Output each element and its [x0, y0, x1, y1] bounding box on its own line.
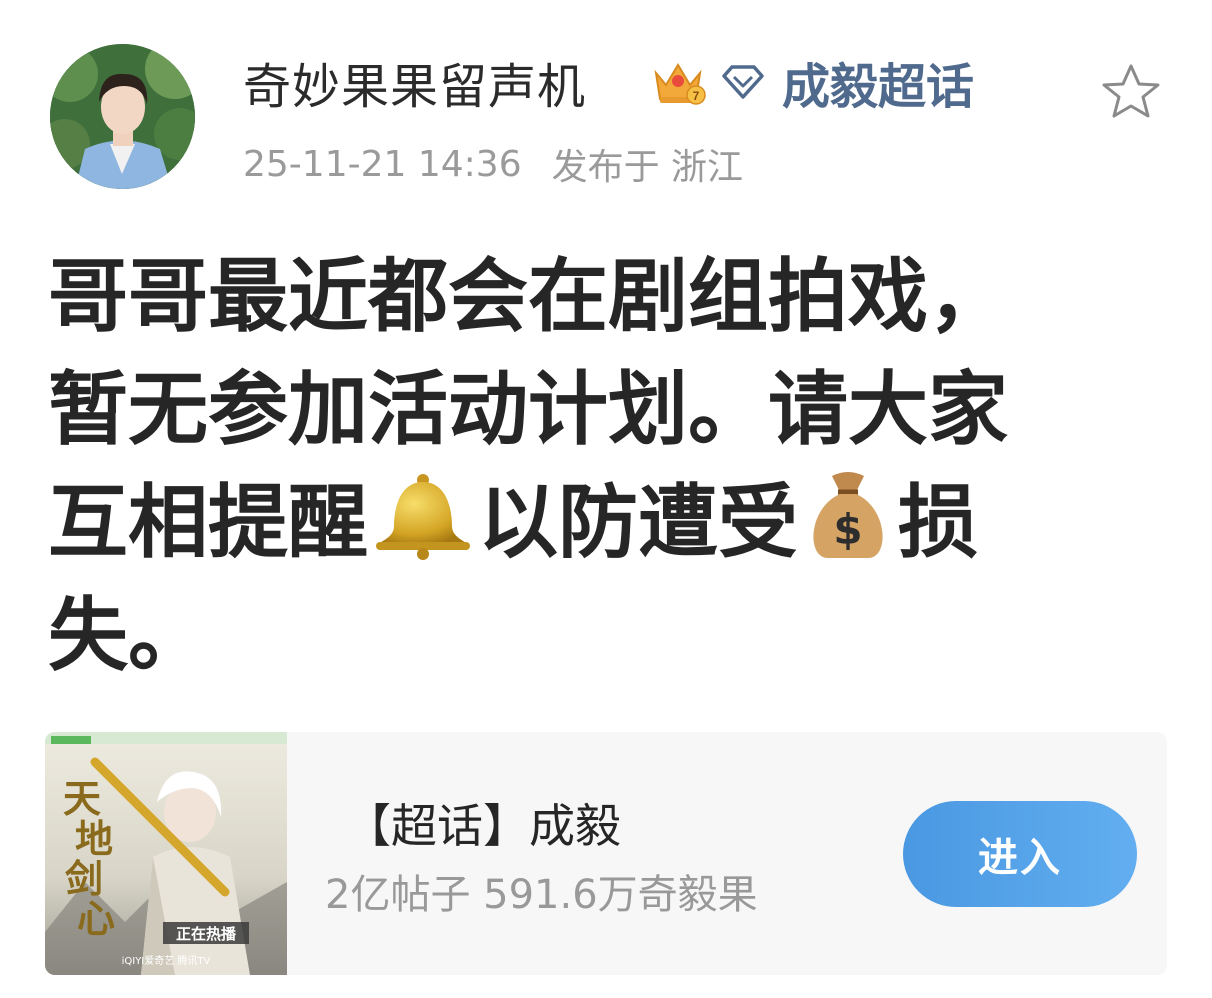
bell-emoji [376, 474, 470, 560]
poster-title-char: 心 [77, 896, 115, 941]
card-title: 【超话】成毅 [345, 799, 621, 853]
poster-footer: iQIYI爱奇艺 腾讯TV [122, 954, 211, 967]
text-line: 哥哥最近都会在剧组拍戏， [48, 250, 1008, 343]
enter-button[interactable]: 进入 [903, 801, 1137, 907]
crown-icon: 7 [654, 63, 706, 105]
supertopic-poster: 天 地 剑 心 正在热播 iQIYI爱奇艺 腾讯TV [45, 732, 287, 975]
supertopic-link[interactable]: 成毅超话 [782, 52, 974, 115]
text-segment: 以防遭受 [478, 476, 798, 569]
poster-badge: 正在热播 [176, 925, 237, 943]
text-segment: 互相提醒 [48, 476, 368, 569]
post-location: 发布于 浙江 [551, 147, 744, 188]
text-line: 失。 [48, 589, 208, 682]
poster-title-char: 天 [63, 776, 101, 821]
text-line: 暂无参加活动计划。请大家 [48, 363, 1008, 456]
post-time: 25-11-21 14:36 [243, 143, 522, 185]
diamond-icon [722, 65, 764, 99]
poster-title-char: 剑 [65, 856, 103, 901]
avatar[interactable] [50, 44, 195, 189]
post-text: 哥哥最近都会在剧组拍戏， 暂无参加活动计划。请大家 互相提醒 以防遭受 $ 损 … [48, 240, 1158, 692]
supertopic-card[interactable]: 天 地 剑 心 正在热播 iQIYI爱奇艺 腾讯TV 【超话】成毅 2亿帖子 5… [45, 732, 1167, 975]
author-name[interactable]: 奇妙果果留声机 [243, 52, 586, 115]
text-line: 互相提醒 以防遭受 $ 损 [48, 466, 1158, 579]
text-segment: 损 [898, 476, 978, 569]
svg-text:7: 7 [693, 89, 700, 103]
svg-text:$: $ [833, 505, 862, 554]
card-subtitle: 2亿帖子 591.6万奇毅果 [325, 872, 758, 918]
money-bag-emoji: $ [813, 472, 883, 558]
post-page: 奇妙果果留声机 7 成毅超话 25-11-21 14:36 发布于 浙江 哥哥最… [0, 0, 1212, 998]
star-icon[interactable] [1098, 60, 1164, 124]
post-meta: 25-11-21 14:36 发布于 浙江 [243, 138, 743, 190]
poster-title-char: 地 [75, 816, 113, 861]
